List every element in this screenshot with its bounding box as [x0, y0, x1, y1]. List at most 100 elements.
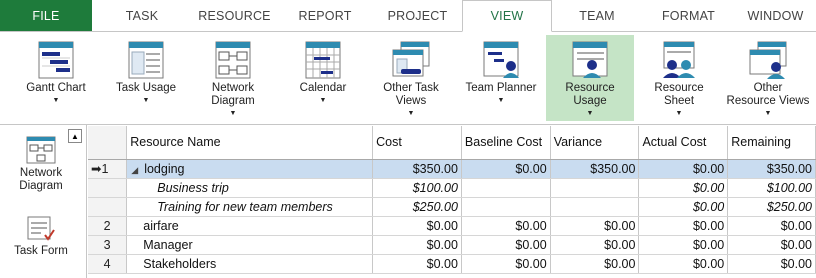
chevron-down-icon: ▼: [229, 110, 237, 117]
team-planner-icon: [483, 41, 519, 78]
resource-name-cell[interactable]: Manager: [126, 235, 374, 255]
row-header[interactable]: 4: [88, 254, 128, 274]
column-header[interactable]: Cost: [372, 126, 462, 160]
variance-cell[interactable]: $0.00: [550, 254, 640, 274]
row-id: 1: [101, 162, 109, 176]
remaining-cell[interactable]: $100.00: [727, 178, 816, 198]
remaining-cell[interactable]: $0.00: [727, 254, 816, 274]
calendar-button[interactable]: Calendar ▼: [288, 35, 358, 121]
chevron-down-icon: ▼: [407, 110, 415, 117]
tab-project[interactable]: PROJECT: [373, 0, 462, 31]
remaining-cell[interactable]: $0.00: [727, 235, 816, 255]
variance-cell[interactable]: $0.00: [550, 216, 640, 236]
baseline-cost-cell[interactable]: $0.00: [461, 254, 551, 274]
remaining-cell[interactable]: $250.00: [727, 197, 816, 217]
baseline-cost-cell[interactable]: [461, 197, 551, 217]
resource-usage-grid: Resource Name Cost Baseline Cost Varianc…: [88, 126, 816, 274]
grid-header-row: Resource Name Cost Baseline Cost Varianc…: [88, 126, 816, 160]
team-planner-button[interactable]: Team Planner ▼: [462, 35, 540, 121]
cost-cell[interactable]: $0.00: [372, 254, 462, 274]
tab-window[interactable]: WINDOW: [735, 0, 816, 31]
resource-sheet-button[interactable]: Resource Sheet ▼: [638, 35, 720, 121]
cost-cell[interactable]: $100.00: [372, 178, 462, 198]
tab-report[interactable]: REPORT: [277, 0, 373, 31]
table-row[interactable]: 3 Manager $0.00 $0.00 $0.00 $0.00 $0.00: [88, 235, 816, 255]
remaining-cell[interactable]: $0.00: [727, 216, 816, 236]
chevron-down-icon: ▼: [586, 110, 594, 117]
viewbar-network-diagram[interactable]: Network Diagram: [2, 135, 80, 193]
actual-cost-cell[interactable]: $0.00: [638, 197, 729, 217]
tab-task[interactable]: TASK: [92, 0, 192, 31]
ribbon-tabs: FILE TASK RESOURCE REPORT PROJECT VIEW T…: [0, 0, 816, 32]
resource-name-cell[interactable]: ◢ lodging: [126, 159, 374, 179]
actual-cost-cell[interactable]: $0.00: [638, 159, 729, 179]
calendar-icon: [305, 41, 341, 79]
other-task-views-icon: [392, 41, 430, 77]
row-header[interactable]: 2: [88, 216, 128, 236]
table-row[interactable]: Training for new team members $250.00 $0…: [88, 197, 816, 217]
actual-cost-cell[interactable]: $0.00: [638, 235, 729, 255]
viewbar-task-form[interactable]: Task Form: [2, 215, 80, 258]
table-row[interactable]: 2 airfare $0.00 $0.00 $0.00 $0.00 $0.00: [88, 216, 816, 236]
task-usage-button[interactable]: Task Usage ▼: [108, 35, 184, 121]
cost-cell[interactable]: $350.00: [372, 159, 462, 179]
other-task-views-button[interactable]: Other Task Views ▼: [374, 35, 448, 121]
resource-name-cell[interactable]: airfare: [126, 216, 374, 236]
actual-cost-cell[interactable]: $0.00: [638, 254, 729, 274]
network-diagram-button[interactable]: Network Diagram ▼: [198, 35, 268, 121]
resource-name-cell[interactable]: Business trip: [126, 178, 374, 198]
collapse-triangle-icon[interactable]: ◢: [130, 165, 144, 175]
resource-usage-label: Resource Usage: [565, 82, 615, 107]
chevron-down-icon: ▼: [319, 97, 327, 104]
column-header[interactable]: Actual Cost: [638, 126, 729, 160]
remaining-cell[interactable]: $350.00: [727, 159, 816, 179]
row-header[interactable]: ➡1: [88, 159, 128, 179]
view-bar: ▲ Network Diagram Task Form: [0, 125, 87, 278]
table-row[interactable]: 4 Stakeholders $0.00 $0.00 $0.00 $0.00 $…: [88, 254, 816, 274]
baseline-cost-cell[interactable]: $0.00: [461, 159, 551, 179]
chevron-down-icon: ▼: [497, 97, 505, 104]
baseline-cost-cell[interactable]: $0.00: [461, 235, 551, 255]
row-header[interactable]: [88, 178, 128, 198]
row-header[interactable]: 3: [88, 235, 128, 255]
tab-resource[interactable]: RESOURCE: [192, 0, 277, 31]
table-row[interactable]: Business trip $100.00 $0.00 $100.00: [88, 178, 816, 198]
other-resource-views-icon: [749, 41, 787, 79]
row-header[interactable]: [88, 197, 128, 217]
other-resource-views-label: Other Resource Views: [726, 82, 810, 107]
chevron-down-icon: ▼: [764, 110, 772, 117]
variance-cell[interactable]: [550, 178, 640, 198]
variance-cell[interactable]: [550, 197, 640, 217]
resource-sheet-label: Resource Sheet: [654, 82, 704, 107]
actual-cost-cell[interactable]: $0.00: [638, 178, 729, 198]
gantt-chart-button[interactable]: Gantt Chart ▼: [18, 35, 94, 121]
select-all-corner[interactable]: [88, 126, 128, 160]
variance-cell[interactable]: $0.00: [550, 235, 640, 255]
baseline-cost-cell[interactable]: $0.00: [461, 216, 551, 236]
cost-cell[interactable]: $250.00: [372, 197, 462, 217]
cost-cell[interactable]: $0.00: [372, 235, 462, 255]
other-resource-views-button[interactable]: Other Resource Views ▼: [724, 35, 812, 121]
viewbar-network-diagram-label: Network Diagram: [19, 167, 63, 192]
column-header[interactable]: Variance: [550, 126, 640, 160]
resource-name-cell[interactable]: Training for new team members: [126, 197, 374, 217]
network-diagram-icon: [215, 41, 251, 79]
tab-team[interactable]: TEAM: [552, 0, 642, 31]
variance-cell[interactable]: $350.00: [550, 159, 640, 179]
column-header[interactable]: Resource Name: [126, 126, 374, 160]
cost-cell[interactable]: $0.00: [372, 216, 462, 236]
resource-name-cell[interactable]: Stakeholders: [126, 254, 374, 274]
column-header[interactable]: Remaining: [727, 126, 816, 160]
ribbon: Gantt Chart ▼ Task Usage ▼ Network Diagr…: [0, 32, 816, 125]
table-row[interactable]: ➡1 ◢ lodging $350.00 $0.00 $350.00 $0.00 …: [88, 159, 816, 179]
resource-usage-button[interactable]: Resource Usage ▼: [546, 35, 634, 121]
resource-usage-icon: [572, 41, 608, 78]
current-row-arrow-icon: ➡: [91, 162, 102, 176]
tab-view[interactable]: VIEW: [462, 0, 552, 32]
tab-file[interactable]: FILE: [0, 0, 92, 31]
tab-format[interactable]: FORMAT: [642, 0, 735, 31]
chevron-down-icon: ▼: [142, 97, 150, 104]
actual-cost-cell[interactable]: $0.00: [638, 216, 729, 236]
baseline-cost-cell[interactable]: [461, 178, 551, 198]
column-header[interactable]: Baseline Cost: [461, 126, 551, 160]
